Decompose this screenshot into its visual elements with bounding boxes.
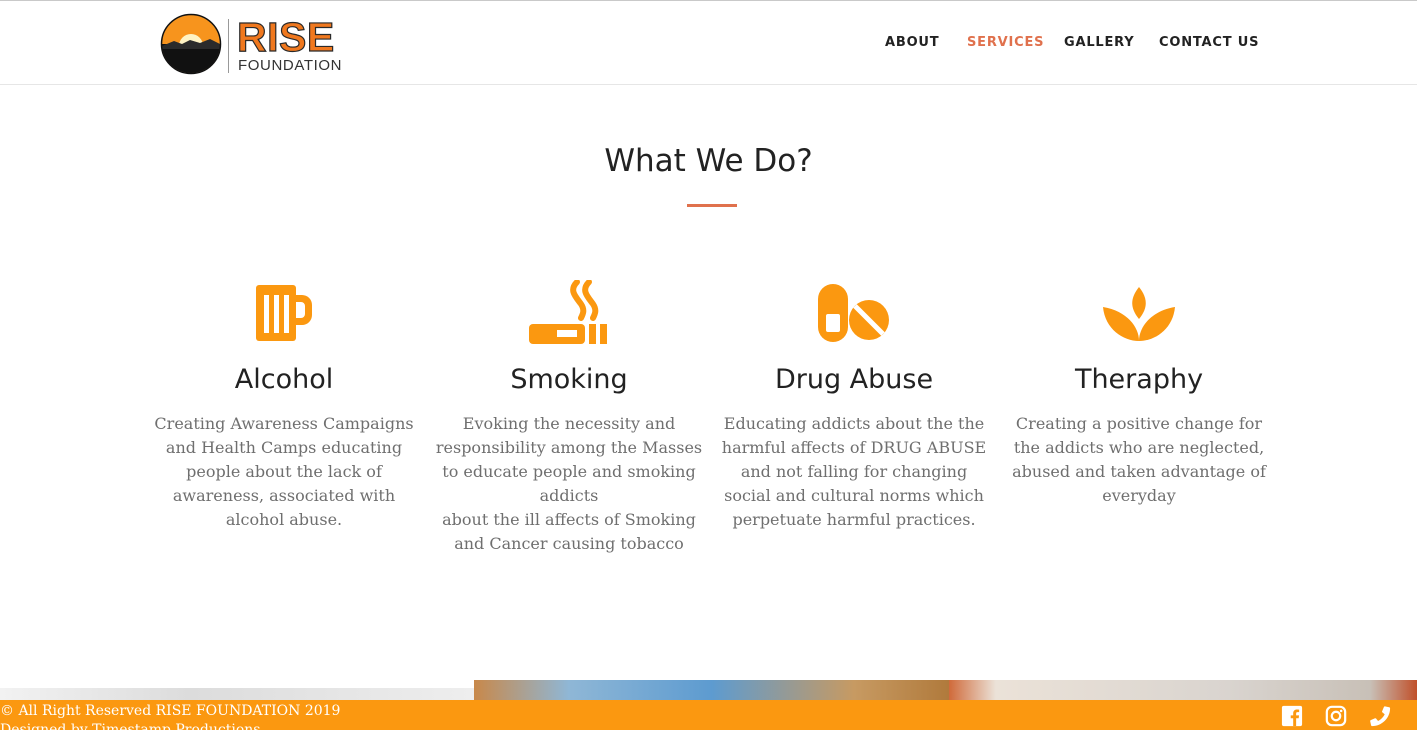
logo-divider — [228, 19, 229, 73]
section-title: What We Do? — [604, 143, 813, 179]
logo[interactable]: RISE FOUNDATION — [160, 13, 360, 75]
gallery-photo[interactable] — [474, 680, 949, 702]
service-description: Creating a positive change for the addic… — [1012, 414, 1266, 505]
copyright-text: © All Right Reserved RISE FOUNDATION 201… — [0, 703, 341, 719]
title-underline — [687, 204, 737, 207]
beer-mug-icon — [256, 285, 312, 341]
service-card-theraphy: Theraphy Creating a positive change for … — [1004, 278, 1274, 508]
facebook-icon[interactable] — [1280, 705, 1304, 727]
service-title: Drug Abuse — [774, 364, 934, 395]
site-footer: © All Right Reserved RISE FOUNDATION 201… — [0, 700, 1417, 730]
instagram-icon[interactable] — [1324, 705, 1348, 727]
service-description: Educating addicts about the the harmful … — [721, 414, 987, 529]
brand-tagline: FOUNDATION — [238, 57, 343, 74]
service-description: Creating Awareness Campaigns and Health … — [154, 414, 414, 529]
description-line: Evoking the necessity and responsibility… — [435, 414, 703, 505]
service-card-alcohol: Alcohol Creating Awareness Campaigns and… — [149, 278, 419, 532]
sunrise-logo-icon — [160, 13, 222, 75]
nav-about[interactable]: ABOUT — [885, 35, 939, 51]
site-header: RISE FOUNDATION ABOUT SERVICES GALLERY C… — [0, 1, 1417, 85]
service-card-smoking: Smoking Evoking the necessity and respon… — [434, 278, 704, 556]
service-card-drug-abuse: Drug Abuse Educating addicts about the t… — [719, 278, 989, 532]
description-line: about the ill affects of Smoking and Can… — [442, 510, 696, 553]
service-description: Evoking the necessity and responsibility… — [434, 412, 704, 556]
nav-services[interactable]: SERVICES — [967, 35, 1044, 51]
service-title: Alcohol — [234, 364, 334, 395]
lotus-icon — [1103, 287, 1175, 341]
nav-gallery[interactable]: GALLERY — [1064, 35, 1135, 51]
designer-credit: Designed by Timestamp Productions — [0, 722, 261, 730]
service-title: Theraphy — [1074, 364, 1204, 395]
brand-name: RISE — [236, 14, 335, 60]
phone-icon[interactable] — [1368, 705, 1392, 727]
service-title: Smoking — [510, 364, 628, 395]
nav-contact-us[interactable]: CONTACT US — [1159, 35, 1259, 51]
cigarette-icon — [529, 280, 607, 344]
gallery-photo[interactable] — [949, 680, 1417, 702]
pills-icon — [818, 284, 889, 342]
gallery-strip — [0, 680, 1417, 710]
